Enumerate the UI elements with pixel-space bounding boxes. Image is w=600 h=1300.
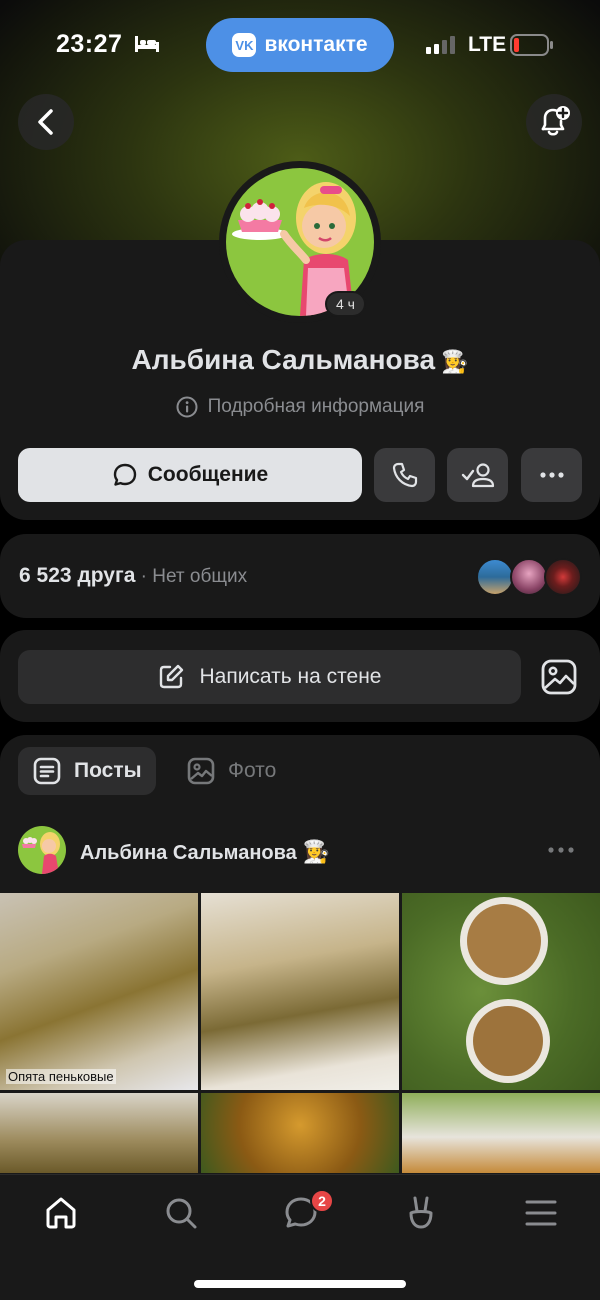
status-bar: 23:27 VK вконтакте LTE xyxy=(0,0,600,90)
friend-status-button[interactable] xyxy=(447,448,508,502)
app-pill-label: вконтакте xyxy=(264,33,368,56)
article-icon xyxy=(33,757,61,785)
profile-name: Альбина Сальманова 👩‍🍳 xyxy=(0,344,600,376)
tab-photos-label: Фото xyxy=(228,759,277,782)
home-icon xyxy=(46,1197,76,1229)
user-check-icon xyxy=(461,463,494,488)
chef-emoji-icon: 👩‍🍳 xyxy=(302,839,331,864)
mushroom-bowls-photo xyxy=(460,897,550,1083)
wall-card: Написать на стене xyxy=(0,630,600,722)
post-photo[interactable] xyxy=(0,1093,198,1173)
edit-icon xyxy=(160,664,184,689)
message-bubble-icon xyxy=(113,463,136,486)
post-author-name: Альбина Сальманова xyxy=(80,842,297,864)
network-type: LTE xyxy=(468,33,507,56)
friends-summary: 6 523 друга · Нет общих xyxy=(19,564,247,588)
nav-search[interactable] xyxy=(161,1193,201,1233)
post-photo[interactable] xyxy=(201,1093,399,1173)
friend-avatar xyxy=(544,558,582,596)
posts-section: Посты Фото Альбина Сальманова 👩‍🍳 Опята п… xyxy=(0,735,600,1195)
friends-card[interactable]: 6 523 друга · Нет общих xyxy=(0,534,600,618)
more-actions-button[interactable] xyxy=(521,448,582,502)
tab-posts[interactable]: Посты xyxy=(18,747,156,795)
chef-emoji-icon: 👩‍🍳 xyxy=(441,349,469,374)
clips-icon xyxy=(409,1196,433,1229)
tab-posts-label: Посты xyxy=(74,759,142,782)
search-icon xyxy=(166,1198,197,1229)
add-photo-icon[interactable] xyxy=(540,658,578,696)
profile-name-text: Альбина Сальманова xyxy=(131,344,436,375)
vk-logo-icon: VK xyxy=(232,33,257,57)
home-indicator[interactable] xyxy=(194,1280,406,1288)
call-button[interactable] xyxy=(374,448,435,502)
post-photo[interactable]: Опята пеньковые xyxy=(0,893,198,1090)
message-button-label: Сообщение xyxy=(147,463,269,486)
post-author-avatar[interactable] xyxy=(18,826,66,874)
app-switch-pill[interactable]: VK вконтакте xyxy=(206,18,394,72)
nav-menu[interactable] xyxy=(521,1193,561,1233)
menu-icon xyxy=(525,1200,557,1226)
sleep-focus-icon xyxy=(135,36,159,52)
friend-avatar xyxy=(510,558,548,596)
post-author[interactable]: Альбина Сальманова 👩‍🍳 xyxy=(80,839,330,865)
chef-girl-mini-illustration xyxy=(22,832,60,874)
post-more-icon[interactable] xyxy=(548,847,574,853)
message-button[interactable]: Сообщение xyxy=(18,448,362,502)
write-on-wall-button[interactable]: Написать на стене xyxy=(18,650,521,704)
post-photo[interactable] xyxy=(201,893,399,1090)
subscribe-notifications-button[interactable] xyxy=(526,94,582,150)
details-link[interactable]: Подробная информация xyxy=(0,396,600,418)
nav-clips[interactable] xyxy=(401,1193,441,1233)
tab-photos[interactable]: Фото xyxy=(172,747,290,795)
last-seen-badge: 4 ч xyxy=(325,291,366,317)
chevron-left-icon xyxy=(38,109,53,135)
post-photo[interactable] xyxy=(402,893,600,1090)
write-on-wall-label: Написать на стене xyxy=(199,665,382,688)
photo-caption: Опята пеньковые xyxy=(6,1069,116,1084)
nav-home[interactable] xyxy=(41,1193,81,1233)
phone-icon xyxy=(392,462,417,488)
friend-avatar xyxy=(476,558,514,596)
details-link-label: Подробная информация xyxy=(207,396,425,417)
bell-add-icon xyxy=(541,106,570,136)
more-dots-icon xyxy=(539,472,564,478)
post-photo[interactable] xyxy=(402,1093,600,1173)
photo-icon xyxy=(187,757,215,785)
info-icon xyxy=(176,396,198,418)
status-time: 23:27 xyxy=(56,30,123,58)
battery-low-icon xyxy=(510,34,553,56)
mutual-friends: · Нет общих xyxy=(135,566,248,587)
messages-unread-badge: 2 xyxy=(310,1189,334,1213)
cellular-signal-icon xyxy=(426,36,455,54)
friends-count: 6 523 друга xyxy=(19,564,136,587)
back-button[interactable] xyxy=(18,94,74,150)
